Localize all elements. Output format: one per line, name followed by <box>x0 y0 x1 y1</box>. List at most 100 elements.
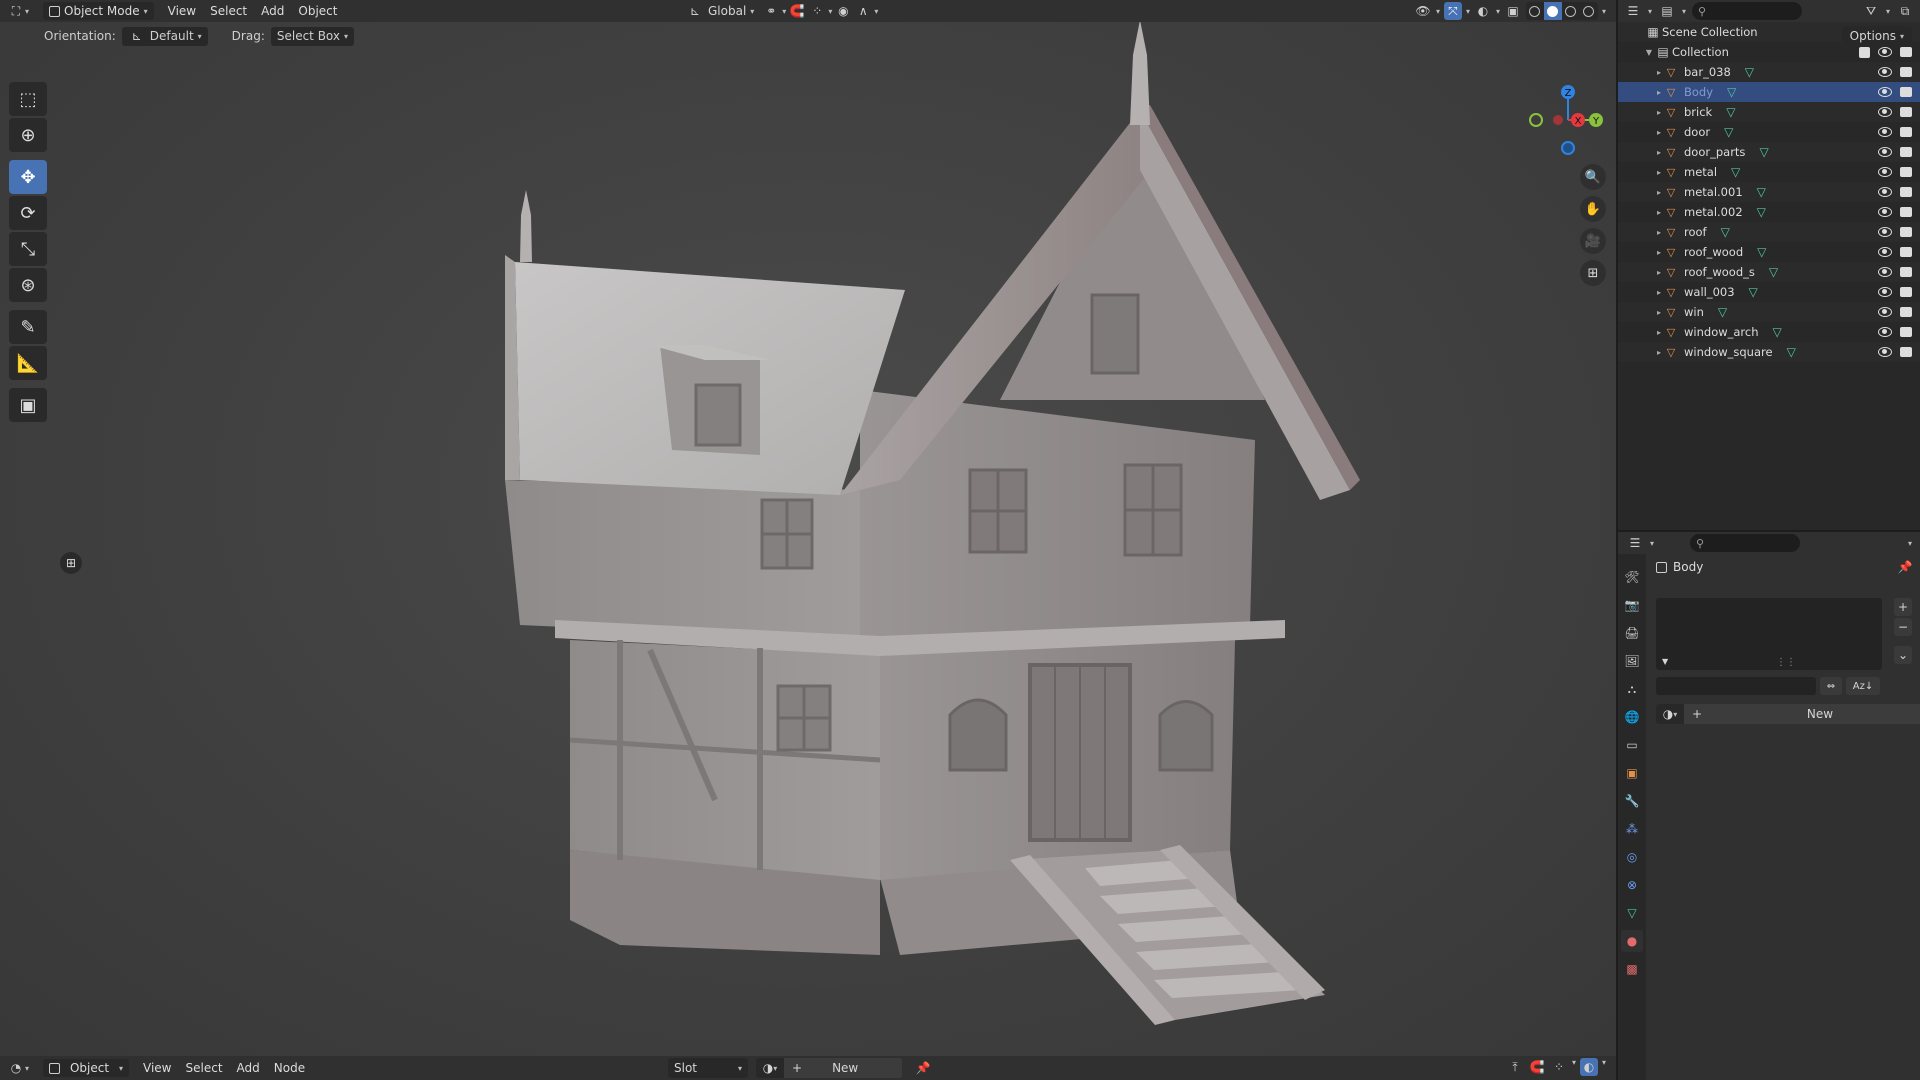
eye-icon[interactable] <box>1878 187 1892 197</box>
gizmo-neg-x[interactable] <box>1553 115 1563 125</box>
expand-object-icon[interactable]: ▸ <box>1654 188 1664 197</box>
wireframe-shading-button[interactable] <box>1526 2 1544 20</box>
material-slot-list[interactable]: ▼ ⋮⋮ <box>1656 598 1882 670</box>
camera-icon[interactable] <box>1900 187 1912 197</box>
mesh-data-icon[interactable]: ▽ <box>1718 305 1727 319</box>
mesh-data-icon[interactable]: ▽ <box>1724 125 1733 139</box>
world-tab[interactable]: 🌐 <box>1621 706 1643 728</box>
material-shading-button[interactable] <box>1562 2 1580 20</box>
sort-alpha-button[interactable]: Az ↓ <box>1846 677 1880 695</box>
eye-icon[interactable] <box>1878 347 1892 357</box>
tool-tab[interactable]: 🛠 <box>1621 566 1643 588</box>
mesh-data-icon[interactable]: ▽ <box>1721 225 1730 239</box>
expand-object-icon[interactable]: ▸ <box>1654 128 1664 137</box>
properties-editor-icon[interactable]: ☰ <box>1626 534 1644 552</box>
expand-object-icon[interactable]: ▸ <box>1654 248 1664 257</box>
eye-icon[interactable] <box>1878 327 1892 337</box>
eye-icon[interactable] <box>1878 107 1892 117</box>
expand-object-icon[interactable]: ▸ <box>1654 108 1664 117</box>
outliner-object-row[interactable]: ▸ ▽ window_arch ▽ <box>1618 322 1920 342</box>
list-resize-handle[interactable]: ⋮⋮ <box>1776 657 1796 668</box>
scene-tab[interactable]: ⛬ <box>1621 678 1643 700</box>
new-material-button[interactable]: ◑ ▾ + New <box>756 1058 902 1078</box>
camera-icon[interactable] <box>1900 47 1912 57</box>
filter-icon[interactable]: ⛛ <box>1862 2 1880 20</box>
object-tab[interactable]: ▣ <box>1621 762 1643 784</box>
outliner-object-row[interactable]: ▸ ▽ brick ▽ <box>1618 102 1920 122</box>
outliner-object-row[interactable]: ▸ ▽ win ▽ <box>1618 302 1920 322</box>
outliner-object-row[interactable]: ▸ ▽ door ▽ <box>1618 122 1920 142</box>
gizmo-toggle-icon[interactable]: ⤧ <box>1443 2 1462 20</box>
view-layer-tab[interactable]: 🖼 <box>1621 650 1643 672</box>
eye-icon[interactable] <box>1878 67 1892 77</box>
expand-object-icon[interactable]: ▸ <box>1654 68 1664 77</box>
expand-object-icon[interactable]: ▸ <box>1654 168 1664 177</box>
camera-icon[interactable] <box>1900 267 1912 277</box>
slot-specials-button[interactable]: ⌄ <box>1894 646 1912 664</box>
material-browse-icon[interactable]: ◑ ▾ <box>756 1058 784 1078</box>
annotate-tool[interactable]: ✎ <box>9 310 47 344</box>
drag-dropdown[interactable]: Select Box ▾ <box>270 26 355 46</box>
outliner-object-row[interactable]: ▸ ▽ door_parts ▽ <box>1618 142 1920 162</box>
expand-object-icon[interactable]: ▸ <box>1654 268 1664 277</box>
camera-icon[interactable] <box>1900 87 1912 97</box>
camera-icon[interactable] <box>1900 207 1912 217</box>
camera-icon[interactable] <box>1900 327 1912 337</box>
move-tool[interactable]: ✥ <box>9 160 47 194</box>
menu-add[interactable]: Add <box>254 0 291 22</box>
bottom-menu-view[interactable]: View <box>136 1057 178 1079</box>
mesh-data-icon[interactable]: ▽ <box>1727 85 1736 99</box>
object-type-dropdown[interactable]: Object ▾ <box>36 1057 136 1079</box>
expand-collection-icon[interactable]: ▼ <box>1644 48 1654 57</box>
transform-tool[interactable]: ⊛ <box>9 268 47 302</box>
eye-icon[interactable] <box>1878 127 1892 137</box>
eye-icon[interactable] <box>1878 167 1892 177</box>
eye-icon[interactable] <box>1878 227 1892 237</box>
measure-tool[interactable]: 📐 <box>9 346 47 380</box>
camera-icon[interactable] <box>1900 247 1912 257</box>
bottom-menu-select[interactable]: Select <box>179 1057 230 1079</box>
overlay-bottom-icon[interactable]: ◐ <box>1579 1058 1598 1076</box>
options-dropdown[interactable]: Options ▾ <box>1841 26 1912 46</box>
invert-filter-button[interactable]: ⇔ <box>1820 677 1842 695</box>
physics-tab[interactable]: ◎ <box>1621 846 1643 868</box>
camera-icon[interactable] <box>1900 67 1912 77</box>
parent-node-icon[interactable]: ⤒ <box>1506 1058 1524 1076</box>
mesh-data-icon[interactable]: ▽ <box>1745 65 1754 79</box>
mesh-data-icon[interactable]: ▽ <box>1769 265 1778 279</box>
camera-icon[interactable] <box>1900 127 1912 137</box>
new-material-button-props[interactable]: + New <box>1684 704 1920 724</box>
camera-icon[interactable] <box>1900 287 1912 297</box>
particles-tab[interactable]: ⁂ <box>1621 818 1643 840</box>
mesh-data-icon[interactable]: ▽ <box>1787 345 1796 359</box>
outliner-object-row[interactable]: ▸ ▽ roof ▽ <box>1618 222 1920 242</box>
render-tab[interactable]: 📷 <box>1621 594 1643 616</box>
outliner-object-row[interactable]: ▸ ▽ window_square ▽ <box>1618 342 1920 362</box>
eye-icon[interactable] <box>1878 47 1892 57</box>
eye-icon[interactable] <box>1878 247 1892 257</box>
mesh-data-icon[interactable]: ▽ <box>1757 205 1766 219</box>
pivot-icon[interactable]: ⚭ <box>762 2 780 20</box>
expand-object-icon[interactable]: ▸ <box>1654 228 1664 237</box>
view-lock-button[interactable]: ⊞ <box>60 552 82 574</box>
rendered-shading-button[interactable] <box>1580 2 1598 20</box>
menu-select[interactable]: Select <box>203 0 254 22</box>
outliner-object-row[interactable]: ▸ ▽ wall_003 ▽ <box>1618 282 1920 302</box>
properties-options-icon[interactable]: ▾ <box>1908 539 1912 548</box>
properties-search-input[interactable]: ⚲ <box>1690 534 1801 552</box>
menu-view[interactable]: View <box>161 0 203 22</box>
exclude-checkbox[interactable] <box>1859 46 1870 58</box>
camera-view-button[interactable]: 🎥 <box>1580 228 1606 254</box>
expand-object-icon[interactable]: ▸ <box>1654 348 1664 357</box>
outliner-object-row[interactable]: ▸ ▽ metal.002 ▽ <box>1618 202 1920 222</box>
orientation-dropdown[interactable]: ⊾ Default ▾ <box>121 26 208 46</box>
pan-button[interactable]: ✋ <box>1580 196 1606 222</box>
new-collection-icon[interactable]: ⧉ <box>1896 2 1914 20</box>
eye-icon[interactable] <box>1878 307 1892 317</box>
collection-tab[interactable]: ▭ <box>1621 734 1643 756</box>
overlays-icon[interactable]: ◐ <box>1474 2 1492 20</box>
mode-dropdown[interactable]: Object Mode ▾ <box>36 0 161 22</box>
outliner-object-row[interactable]: ▸ ▽ bar_038 ▽ <box>1618 62 1920 82</box>
remove-slot-button[interactable]: − <box>1894 618 1912 636</box>
expand-object-icon[interactable]: ▸ <box>1654 148 1664 157</box>
